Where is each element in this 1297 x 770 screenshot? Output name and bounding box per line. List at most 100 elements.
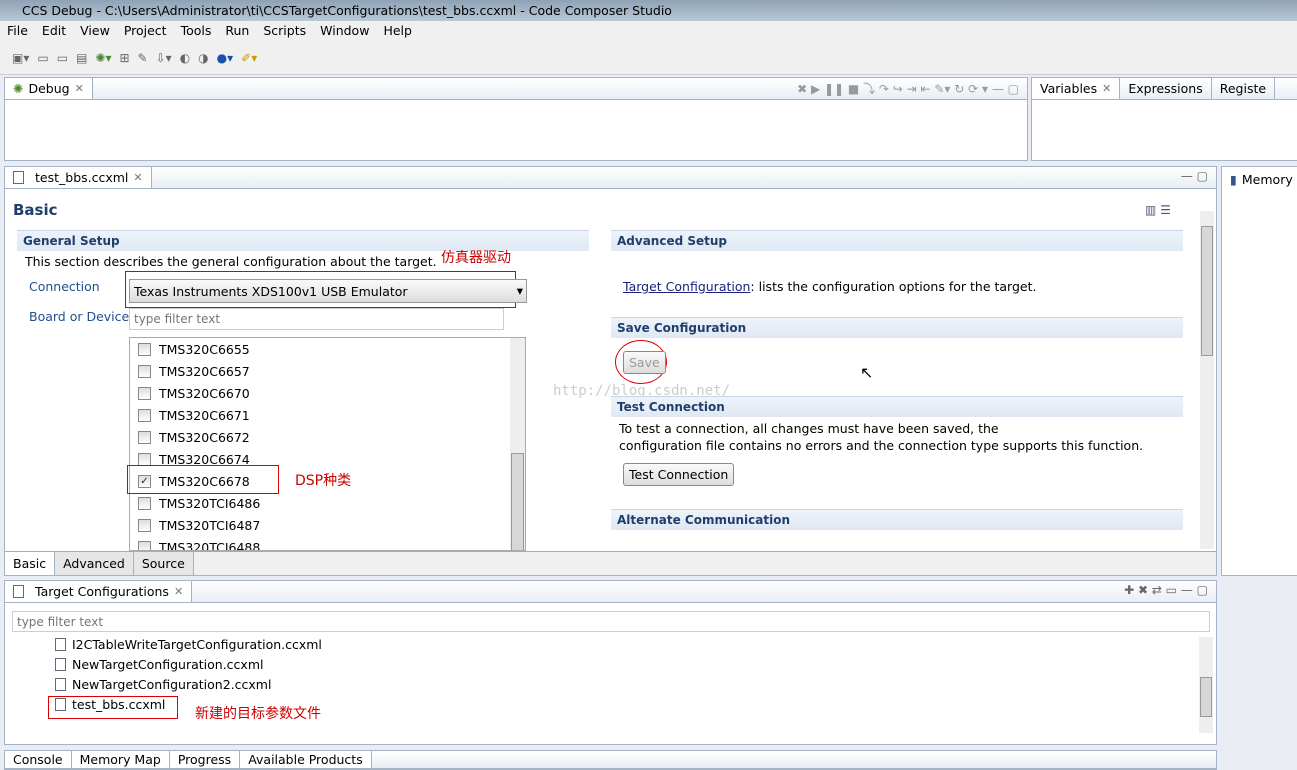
- device-name: TMS320C6657: [159, 363, 250, 379]
- device-name: TMS320C6655: [159, 341, 250, 357]
- config-list-scrollbar[interactable]: [1199, 637, 1213, 733]
- run-icon[interactable]: ●▾: [217, 51, 234, 65]
- target-configurations-view: Target Configurations ✕ ✚ ✖ ⇄ ▭ — ▢ I2CTab…: [4, 580, 1217, 745]
- menu-file[interactable]: File: [0, 21, 35, 41]
- device-item[interactable]: TMS320C6670: [130, 382, 525, 404]
- tab-advanced[interactable]: Advanced: [55, 552, 134, 575]
- target-configuration-link[interactable]: Target Configuration: [623, 279, 750, 294]
- device-item[interactable]: TMS320TCI6487: [130, 514, 525, 536]
- config-file-item[interactable]: I2CTableWriteTargetConfiguration.ccxml: [55, 637, 322, 657]
- device-name: TMS320TCI6486: [159, 495, 261, 511]
- checkbox[interactable]: [138, 408, 151, 422]
- editor-scrollbar[interactable]: [1200, 211, 1214, 549]
- breakpoint2-icon[interactable]: ◑: [198, 51, 208, 65]
- device-item[interactable]: TMS320TCI6486: [130, 492, 525, 514]
- checkbox[interactable]: [138, 364, 151, 378]
- menu-bar: File Edit View Project Tools Run Scripts…: [0, 21, 1297, 41]
- menu-help[interactable]: Help: [376, 21, 419, 41]
- connection-select[interactable]: Texas Instruments XDS100v1 USB Emulator ▾: [129, 279, 527, 303]
- save-all-icon[interactable]: ▭: [57, 51, 68, 65]
- file-icon: [13, 171, 24, 184]
- tab-basic[interactable]: Basic: [5, 552, 56, 575]
- file-icon: [55, 638, 66, 651]
- device-filter-input[interactable]: [129, 308, 504, 330]
- save-section: Save Configuration: [611, 317, 1183, 338]
- tab-source[interactable]: Source: [133, 552, 194, 575]
- menu-scripts[interactable]: Scripts: [256, 21, 313, 41]
- tab-available-products[interactable]: Available Products: [240, 751, 372, 768]
- checkbox[interactable]: [138, 496, 151, 510]
- tab-expressions[interactable]: Expressions: [1120, 78, 1212, 99]
- tab-label: Variables: [1040, 81, 1098, 96]
- menu-tools[interactable]: Tools: [174, 21, 219, 41]
- tab-debug[interactable]: ✺ Debug ✕: [5, 78, 93, 99]
- device-list-scrollbar[interactable]: [510, 338, 525, 550]
- close-icon[interactable]: ✕: [174, 585, 183, 598]
- checkbox[interactable]: [138, 430, 151, 444]
- minimize-maximize[interactable]: — ▢: [152, 167, 1216, 188]
- tab-label: test_bbs.ccxml: [35, 170, 129, 185]
- device-name: TMS320TCI6488: [159, 539, 261, 551]
- test-connection-button[interactable]: Test Connection: [623, 463, 735, 486]
- tab-registers[interactable]: Registe: [1212, 78, 1276, 99]
- mouse-cursor-icon: ↖: [860, 363, 874, 382]
- save-button[interactable]: Save: [623, 351, 666, 374]
- tab-label: Memory: [1241, 171, 1293, 187]
- menu-view[interactable]: View: [73, 21, 117, 41]
- config-file-item[interactable]: NewTargetConfiguration.ccxml: [55, 657, 322, 677]
- device-item[interactable]: TMS320C6657: [130, 360, 525, 382]
- tab-memory-map[interactable]: Memory Map: [71, 751, 170, 768]
- save-icon[interactable]: ▭: [37, 51, 48, 65]
- device-name: TMS320TCI6487: [159, 517, 261, 533]
- device-item[interactable]: TMS320C6672: [130, 426, 525, 448]
- close-icon[interactable]: ✕: [133, 171, 142, 184]
- device-item[interactable]: TMS320C6671: [130, 404, 525, 426]
- tab-memory[interactable]: ▮ Memory: [1222, 167, 1297, 191]
- console-views: Console Memory Map Progress Available Pr…: [4, 750, 1217, 770]
- test-desc: To test a connection, all changes must h…: [619, 421, 999, 436]
- tab-test-bbs[interactable]: test_bbs.ccxml ✕: [5, 167, 152, 188]
- console-icon[interactable]: ▤: [76, 51, 87, 65]
- connect-icon[interactable]: ✎: [138, 51, 148, 65]
- checkbox[interactable]: [138, 386, 151, 400]
- connection-value: Texas Instruments XDS100v1 USB Emulator: [134, 284, 408, 299]
- device-item[interactable]: TMS320C6655: [130, 338, 525, 360]
- tab-progress[interactable]: Progress: [169, 751, 241, 768]
- pen-icon[interactable]: ✐▾: [241, 51, 257, 65]
- section-title: Advanced Setup: [611, 230, 1183, 251]
- layout-icons[interactable]: ▥ ☰: [1145, 203, 1171, 217]
- checkbox[interactable]: [138, 342, 151, 356]
- section-title: Test Connection: [611, 396, 1183, 417]
- close-icon[interactable]: ✕: [1102, 82, 1111, 95]
- advanced-desc: Target Configuration: lists the configur…: [623, 279, 1036, 294]
- file-icon: [13, 585, 24, 598]
- device-item[interactable]: TMS320TCI6488: [130, 536, 525, 551]
- device-name: TMS320C6671: [159, 407, 250, 423]
- config-filter-input[interactable]: [12, 611, 1210, 632]
- menu-project[interactable]: Project: [117, 21, 174, 41]
- close-icon[interactable]: ✕: [75, 82, 84, 95]
- config-file-item[interactable]: NewTargetConfiguration2.ccxml: [55, 677, 322, 697]
- board-label: Board or Device: [29, 309, 130, 324]
- test-connection-section: Test Connection To test a connection, al…: [611, 396, 1183, 457]
- load-icon[interactable]: ⇩▾: [156, 51, 172, 65]
- breakpoint-icon[interactable]: ◐: [180, 51, 190, 65]
- memory-view: ▮ Memory: [1221, 166, 1297, 576]
- checkbox[interactable]: [138, 518, 151, 532]
- view-toolbar[interactable]: ✚ ✖ ⇄ ▭ — ▢: [192, 581, 1216, 602]
- tab-console[interactable]: Console: [5, 751, 72, 768]
- advanced-desc-text: : lists the configuration options for th…: [750, 279, 1037, 294]
- file-icon: [55, 678, 66, 691]
- debug-icon[interactable]: ✺▾: [95, 51, 111, 65]
- menu-edit[interactable]: Edit: [35, 21, 73, 41]
- debug-toolbar[interactable]: ✖ ▶ ❚❚ ■ ⤵ ↷ ↪ ⇥ ⇤ ✎▾ ↻ ⟳ ▾ — ▢: [93, 78, 1027, 99]
- menu-run[interactable]: Run: [218, 21, 256, 41]
- new-icon[interactable]: ▣▾: [12, 51, 29, 65]
- target-icon[interactable]: ⊞: [119, 51, 129, 65]
- menu-window[interactable]: Window: [313, 21, 376, 41]
- tab-variables[interactable]: Variables ✕: [1032, 78, 1121, 99]
- tab-target-configurations[interactable]: Target Configurations ✕: [5, 581, 193, 602]
- main-toolbar: ▣▾ ▭ ▭ ▤ ✺▾ ⊞ ✎ ⇩▾ ◐ ◑ ●▾ ✐▾: [0, 41, 1297, 75]
- checkbox[interactable]: [138, 452, 151, 466]
- checkbox[interactable]: [138, 540, 151, 550]
